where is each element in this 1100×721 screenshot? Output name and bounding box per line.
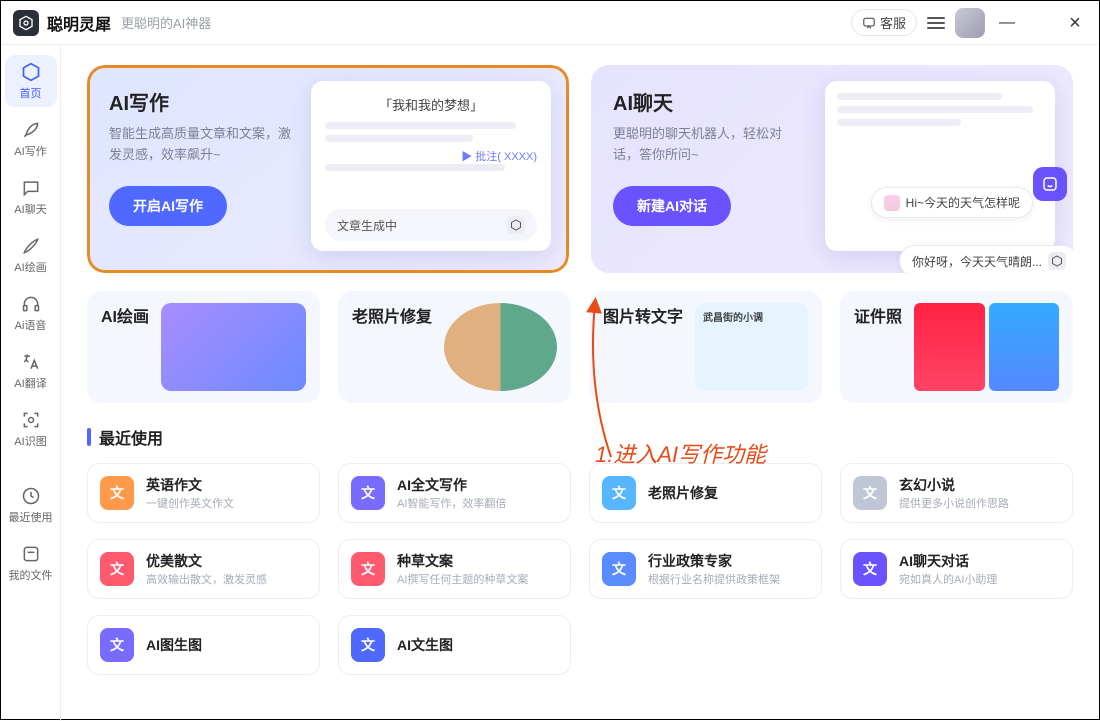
recent-icon: 文 (602, 552, 636, 586)
sidebar-item-voice[interactable]: Ai语音 (5, 287, 57, 339)
generation-status: 文章生成中 (325, 209, 537, 241)
start-ai-write-button[interactable]: 开启AI写作 (109, 186, 227, 226)
spinner-icon (507, 216, 525, 234)
recent-title: AI聊天对话 (899, 551, 997, 571)
recent-icon: 文 (351, 552, 385, 586)
hero-chat-desc: 更聪明的聊天机器人，轻松对话，答你所问~ (613, 124, 803, 166)
write-preview-card: 「我和我的梦想」 ▶ 批注( XXXX) 文章生成中 (311, 81, 551, 251)
folder-icon (20, 543, 42, 565)
recent-title: AI全文写作 (397, 475, 506, 495)
clock-icon (20, 485, 42, 507)
recent-title: 优美散文 (146, 551, 267, 571)
recent-card[interactable]: 文 AI全文写作AI智能写作，效率翻倍 (338, 463, 571, 523)
thumb-idphoto (914, 303, 1059, 391)
recent-title: 英语作文 (146, 475, 234, 495)
recent-icon: 文 (100, 476, 134, 510)
feature-card-restore[interactable]: 老照片修复 (338, 291, 571, 403)
chat-bubble-1: Hi~今天的天气怎样呢 (871, 187, 1033, 218)
recent-card[interactable]: 文 种草文案AI撰写任何主题的种草文案 (338, 539, 571, 599)
hex-icon (1048, 252, 1066, 270)
sidebar-item-home[interactable]: 首页 (5, 55, 57, 107)
feature-row: AI绘画 老照片修复 图片转文字 证件照 (87, 291, 1073, 403)
scan-icon (20, 409, 42, 431)
sidebar-item-draw[interactable]: AI绘画 (5, 229, 57, 281)
recent-card[interactable]: 文 行业政策专家根据行业名称提供政策框架 (589, 539, 822, 599)
chat-preview-card (825, 81, 1055, 251)
home-icon (20, 61, 42, 83)
thumb-draw (161, 303, 306, 391)
recent-card[interactable]: 文 优美散文高效输出散文，激发灵感 (87, 539, 320, 599)
recent-title: 老照片修复 (648, 483, 718, 503)
hero-card-write[interactable]: AI写作 智能生成高质量文章和文案，激发灵感，效率飙升~ 开启AI写作 AI 「… (87, 65, 569, 273)
menu-icon[interactable] (927, 17, 945, 29)
recent-card[interactable]: 文 AI图生图 (87, 615, 320, 675)
recent-sub: 提供更多小说创作思路 (899, 495, 1009, 511)
smile-icon (1033, 167, 1067, 201)
recent-icon: 文 (100, 552, 134, 586)
recent-icon: 文 (602, 476, 636, 510)
chat-bubble-2: 你好呀，今天天气晴朗... (899, 245, 1073, 273)
customer-service-button[interactable]: 客服 (851, 9, 917, 36)
headphones-icon (20, 293, 42, 315)
main-content: AI写作 智能生成高质量文章和文案，激发灵感，效率飙升~ 开启AI写作 AI 「… (61, 45, 1099, 721)
thumb-restore (444, 303, 557, 391)
sidebar-item-ocr[interactable]: AI识图 (5, 403, 57, 455)
recent-title: AI图生图 (146, 635, 202, 655)
feature-card-draw[interactable]: AI绘画 (87, 291, 320, 403)
recent-sub: 根据行业名称提供政策框架 (648, 571, 780, 587)
recent-card[interactable]: 文 老照片修复 (589, 463, 822, 523)
recent-card[interactable]: 文 玄幻小说提供更多小说创作思路 (840, 463, 1073, 523)
recent-grid: 文 英语作文一键创作英文作文文 AI全文写作AI智能写作，效率翻倍文 老照片修复… (87, 463, 1073, 675)
hero-card-chat[interactable]: AI聊天 更聪明的聊天机器人，轻松对话，答你所问~ 新建AI对话 Hi~今天的天… (591, 65, 1073, 273)
recent-sub: 一键创作英文作文 (146, 495, 234, 511)
recent-card[interactable]: 文 AI聊天对话宛如真人的AI小助理 (840, 539, 1073, 599)
avatar[interactable] (955, 8, 985, 38)
recent-card[interactable]: 文 英语作文一键创作英文作文 (87, 463, 320, 523)
feature-card-idphoto[interactable]: 证件照 (840, 291, 1073, 403)
titlebar: 聪明灵犀 更聪明的AI神器 客服 — × (1, 1, 1099, 45)
recent-sub: AI撰写任何主题的种草文案 (397, 571, 528, 587)
recent-icon: 文 (853, 552, 887, 586)
chat-icon (862, 16, 876, 30)
recent-card[interactable]: 文 AI文生图 (338, 615, 571, 675)
sidebar: 首页 AI写作 AI聊天 AI绘画 Ai语音 AI翻译 AI识图 最 (1, 45, 61, 721)
app-slogan: 更聪明的AI神器 (121, 13, 211, 32)
feather-icon (20, 119, 42, 141)
sidebar-item-write[interactable]: AI写作 (5, 113, 57, 165)
recent-title: AI文生图 (397, 635, 453, 655)
sidebar-item-chat[interactable]: AI聊天 (5, 171, 57, 223)
recent-title: 行业政策专家 (648, 551, 780, 571)
recent-sub: AI智能写作，效率翻倍 (397, 495, 506, 511)
feature-card-ocr[interactable]: 图片转文字 (589, 291, 822, 403)
recent-sub: 高效输出散文，激发灵感 (146, 571, 267, 587)
close-button[interactable]: × (1063, 13, 1087, 33)
app-logo: 聪明灵犀 (13, 10, 111, 36)
recent-icon: 文 (351, 628, 385, 662)
minimize-button[interactable]: — (995, 15, 1019, 31)
chat-bubble-icon (20, 177, 42, 199)
sidebar-item-translate[interactable]: AI翻译 (5, 345, 57, 397)
translate-icon (20, 351, 42, 373)
logo-icon (13, 10, 39, 36)
sidebar-item-files[interactable]: 我的文件 (5, 537, 57, 589)
brush-icon (20, 235, 42, 257)
section-heading-recent: 最近使用 (87, 425, 1073, 449)
recent-icon: 文 (351, 476, 385, 510)
recent-sub: 宛如真人的AI小助理 (899, 571, 997, 587)
recent-icon: 文 (853, 476, 887, 510)
thumb-ocr (695, 303, 808, 391)
recent-title: 玄幻小说 (899, 475, 1009, 495)
app-title: 聪明灵犀 (47, 11, 111, 35)
hero-write-desc: 智能生成高质量文章和文案，激发灵感，效率飙升~ (109, 124, 299, 166)
new-ai-chat-button[interactable]: 新建AI对话 (613, 186, 731, 226)
recent-title: 种草文案 (397, 551, 528, 571)
avatar-icon (884, 195, 900, 211)
sidebar-item-recent[interactable]: 最近使用 (5, 479, 57, 531)
recent-icon: 文 (100, 628, 134, 662)
